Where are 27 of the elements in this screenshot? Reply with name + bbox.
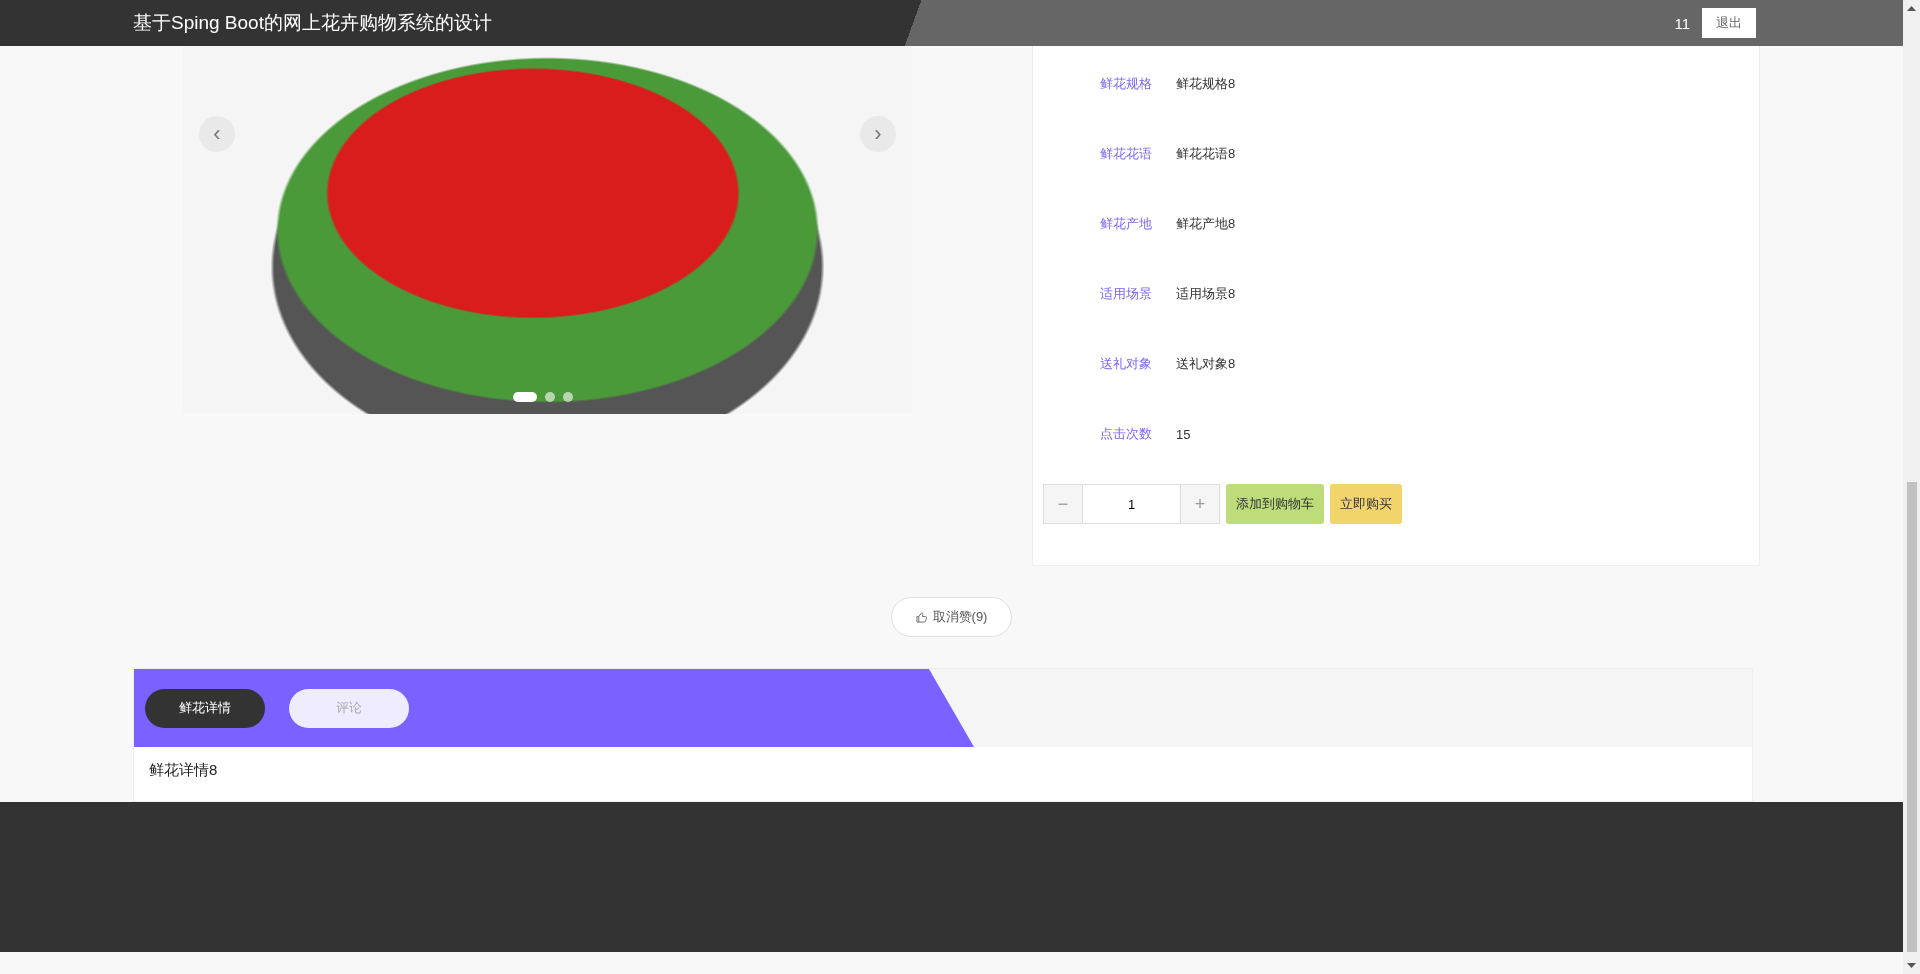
carousel-dot[interactable]: [563, 392, 573, 402]
username: 11: [1674, 14, 1690, 32]
detail-label: 鲜花产地: [1100, 215, 1153, 233]
tab[interactable]: 鲜花详情: [145, 688, 265, 728]
tab-content-text: 鲜花详情8: [149, 761, 218, 778]
thumbs-up-icon: [915, 611, 927, 623]
carousel-dot[interactable]: [545, 392, 555, 402]
detail-value: 送礼对象8: [1176, 355, 1236, 373]
detail-value: 鲜花花语8: [1176, 145, 1236, 163]
scrollbar[interactable]: [1903, 0, 1920, 974]
detail-value: 鲜花产地8: [1176, 215, 1236, 233]
buy-now-button[interactable]: 立即购买: [1330, 484, 1402, 524]
logout-button[interactable]: 退出: [1702, 8, 1756, 38]
site-title: 基于Sping Boot的网上花卉购物系统的设计: [133, 11, 493, 35]
quantity-field[interactable]: 1: [1083, 484, 1180, 524]
detail-label: 点击次数: [1100, 425, 1153, 443]
scroll-down-icon[interactable]: [1907, 963, 1916, 968]
add-to-cart-button[interactable]: 添加到购物车: [1226, 484, 1324, 524]
scroll-up-icon[interactable]: [1907, 6, 1916, 11]
detail-label: 适用场景: [1100, 285, 1153, 303]
detail-value: 适用场景8: [1176, 285, 1236, 303]
like-button[interactable]: 取消赞(9): [890, 597, 1013, 637]
detail-label: 鲜花规格: [1100, 75, 1153, 93]
detail-value: 鲜花规格8: [1176, 75, 1236, 93]
detail-label: 鲜花花语: [1100, 145, 1153, 163]
detail-label: 送礼对象: [1100, 355, 1153, 373]
detail-value: 15: [1176, 426, 1191, 442]
